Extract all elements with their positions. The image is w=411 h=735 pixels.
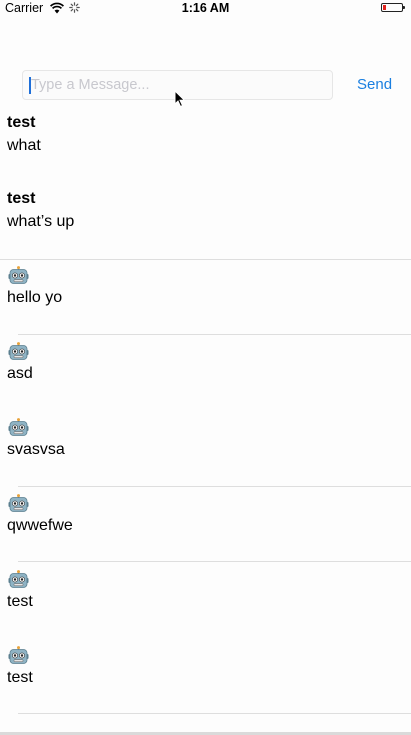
message-row[interactable]: test what’s up: [0, 186, 411, 262]
row-separator: [18, 486, 411, 487]
message-row[interactable]: test what: [0, 110, 411, 186]
row-separator: [18, 713, 411, 714]
message-text: asd: [7, 365, 33, 382]
robot-icon: [8, 266, 29, 284]
text-caret: [29, 77, 31, 94]
message-row[interactable]: test: [0, 566, 411, 642]
robot-icon: [8, 342, 29, 360]
message-text: svasvsa: [7, 441, 65, 458]
message-text: qwwefwe: [7, 517, 73, 534]
row-separator: [0, 259, 411, 260]
message-text: what’s up: [7, 213, 75, 230]
robot-icon: [8, 570, 29, 588]
battery-icon: [381, 3, 405, 12]
status-bar: Carrier 1:16 AM: [0, 0, 411, 18]
message-text: hello yo: [7, 289, 63, 306]
message-row[interactable]: svasvsa: [0, 414, 411, 490]
send-button[interactable]: Send: [357, 76, 392, 93]
message-row[interactable]: asd: [0, 338, 411, 414]
robot-icon: [8, 418, 29, 436]
message-text: test: [7, 669, 33, 686]
message-row[interactable]: test: [0, 642, 411, 718]
message-text: what: [7, 137, 41, 154]
status-time: 1:16 AM: [181, 1, 230, 15]
message-sender: test: [7, 190, 36, 207]
message-row[interactable]: hello yo: [0, 262, 411, 338]
message-sender: test: [7, 114, 36, 131]
robot-icon: [8, 646, 29, 664]
row-separator: [18, 334, 411, 335]
message-row[interactable]: qwwefwe: [0, 490, 411, 566]
mouse-pointer-icon: [174, 90, 186, 108]
robot-icon: [8, 494, 29, 512]
battery-level: [383, 5, 386, 10]
row-separator: [18, 561, 411, 562]
message-text: test: [7, 593, 33, 610]
